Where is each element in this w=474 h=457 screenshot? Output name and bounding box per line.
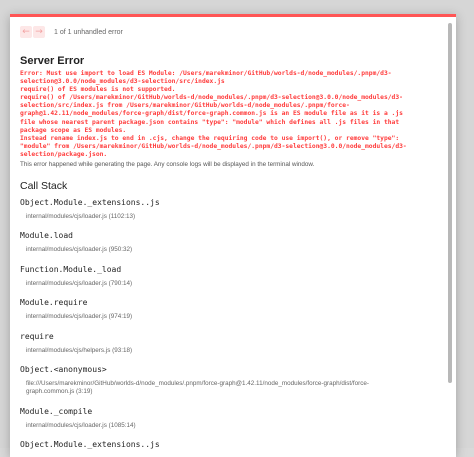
stack-frame[interactable]: Function.Module._load internal/modules/cj… [20, 265, 446, 288]
stack-frame-location: internal/modules/cjs/helpers.js (93:18) [26, 346, 133, 354]
error-message-line: selection/package.json. [20, 150, 108, 158]
arrow-left-icon[interactable]: ← [20, 26, 32, 38]
stack-frame[interactable]: Object.<anonymous> file:///Users/marekmin… [20, 365, 446, 397]
error-message-line: "module" from /Users/marekminor/GitHub/w… [20, 142, 407, 150]
stack-frame[interactable]: Module._compile internal/modules/cjs/load… [20, 407, 446, 430]
error-message-line: file whose nearest parent package.json c… [20, 118, 400, 126]
error-message-line: package scope as ES modules. [20, 126, 127, 134]
stack-frame-location: internal/modules/cjs/loader.js (950:32) [26, 246, 133, 254]
call-stack-list: Object.Module._extensions..js internal/mo… [20, 198, 446, 449]
stack-frame-location: internal/modules/cjs/loader.js (790:14) [26, 279, 133, 287]
stack-frame-location: internal/modules/cjs/loader.js (1102:13) [26, 213, 136, 221]
error-navigation: ← → 1 of 1 unhandled error [20, 19, 446, 45]
stack-frame-function: Module.load [20, 231, 73, 241]
call-stack-title: Call Stack [20, 180, 68, 193]
stack-frame-function: Function.Module._load [20, 264, 122, 274]
error-message-line: Error: Must use import to load ES Module… [20, 70, 392, 77]
error-message-line: selection@3.0.0/node_modules/d3-selectio… [20, 78, 225, 86]
stack-frame[interactable]: Module.require internal/modules/cjs/loade… [20, 298, 446, 321]
error-message: Error: Must use import to load ES Module… [20, 70, 446, 159]
stack-frame[interactable]: Object.Module._extensions..js internal/mo… [20, 198, 446, 221]
error-note: This error happened while generating the… [20, 161, 315, 169]
error-message-line: graph@1.42.11/node_modules/force-graph/d… [20, 110, 403, 118]
error-overlay-dialog: ← → 1 of 1 unhandled error Server Error … [10, 14, 456, 457]
stack-frame-location: internal/modules/cjs/loader.js (974:19) [26, 313, 133, 321]
stack-frame-function: Module._compile [20, 406, 93, 416]
stack-frame-function: Object.<anonymous> [20, 365, 107, 375]
stack-frame[interactable]: require internal/modules/cjs/helpers.js (… [20, 332, 446, 355]
stack-frame-function: require [20, 331, 54, 341]
stack-frame-function: Module.require [20, 298, 88, 308]
stack-frame-function: Object.Module._extensions..js [20, 198, 160, 208]
stack-frame-location: internal/modules/cjs/loader.js (1085:14) [26, 421, 136, 429]
error-count: 1 of 1 unhandled error [54, 28, 123, 36]
scrollbar-thumb[interactable] [448, 23, 452, 383]
dialog-scroll-area[interactable]: ← → 1 of 1 unhandled error Server Error … [10, 17, 446, 457]
stack-frame-location: file:///Users/marekminor/GitHub/worlds-d… [26, 380, 369, 388]
error-message-line: Instead rename index.js to end in .cjs, … [20, 134, 400, 142]
arrow-right-icon[interactable]: → [33, 26, 45, 38]
stack-frame-location: graph.common.js (3:19) [26, 388, 93, 396]
error-title: Server Error [20, 55, 85, 67]
stack-frame[interactable]: Module.load internal/modules/cjs/loader.j… [20, 231, 446, 254]
